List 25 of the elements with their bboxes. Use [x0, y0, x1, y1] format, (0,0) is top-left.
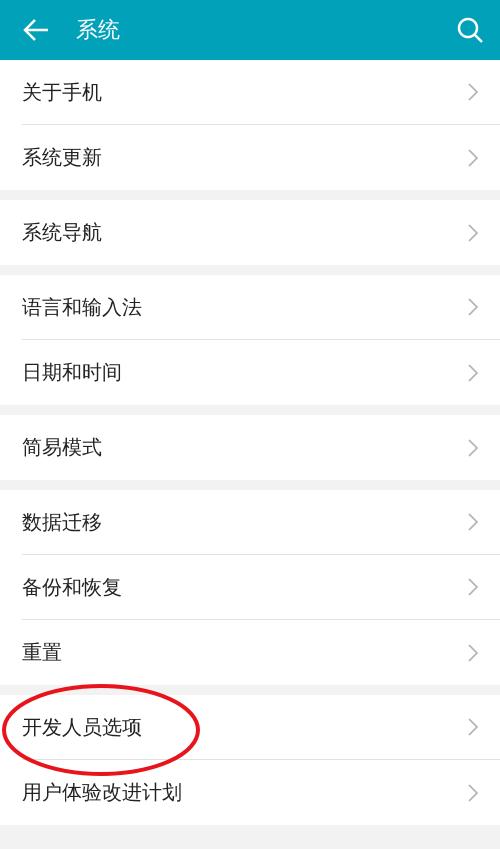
page-title: 系统	[76, 17, 121, 45]
settings-item[interactable]: 关于手机	[22, 60, 500, 125]
settings-item[interactable]: 系统更新	[22, 125, 500, 190]
chevron-icon	[468, 438, 478, 456]
settings-item[interactable]: 简易模式	[22, 415, 500, 480]
chevron-icon	[468, 148, 478, 166]
settings-item[interactable]: 开发人员选项	[22, 695, 500, 760]
chevron-icon	[468, 784, 478, 802]
settings-item[interactable]: 重置	[22, 620, 500, 685]
chevron-icon	[468, 513, 478, 531]
settings-item[interactable]: 数据迁移	[22, 490, 500, 555]
settings-item[interactable]: 日期和时间	[22, 340, 500, 405]
back-button[interactable]	[22, 18, 50, 42]
settings-item[interactable]: 用户体验改进计划	[22, 760, 500, 825]
settings-item[interactable]: 系统导航	[22, 200, 500, 265]
chevron-icon	[468, 644, 478, 662]
chevron-icon	[468, 224, 478, 242]
chevron-icon	[468, 83, 478, 101]
chevron-icon	[468, 578, 478, 596]
search-button[interactable]	[456, 16, 484, 44]
chevron-icon	[468, 364, 478, 382]
chevron-icon	[468, 718, 478, 736]
settings-item[interactable]: 语言和输入法	[22, 275, 500, 340]
settings-item[interactable]: 备份和恢复	[22, 555, 500, 620]
chevron-icon	[468, 298, 478, 316]
